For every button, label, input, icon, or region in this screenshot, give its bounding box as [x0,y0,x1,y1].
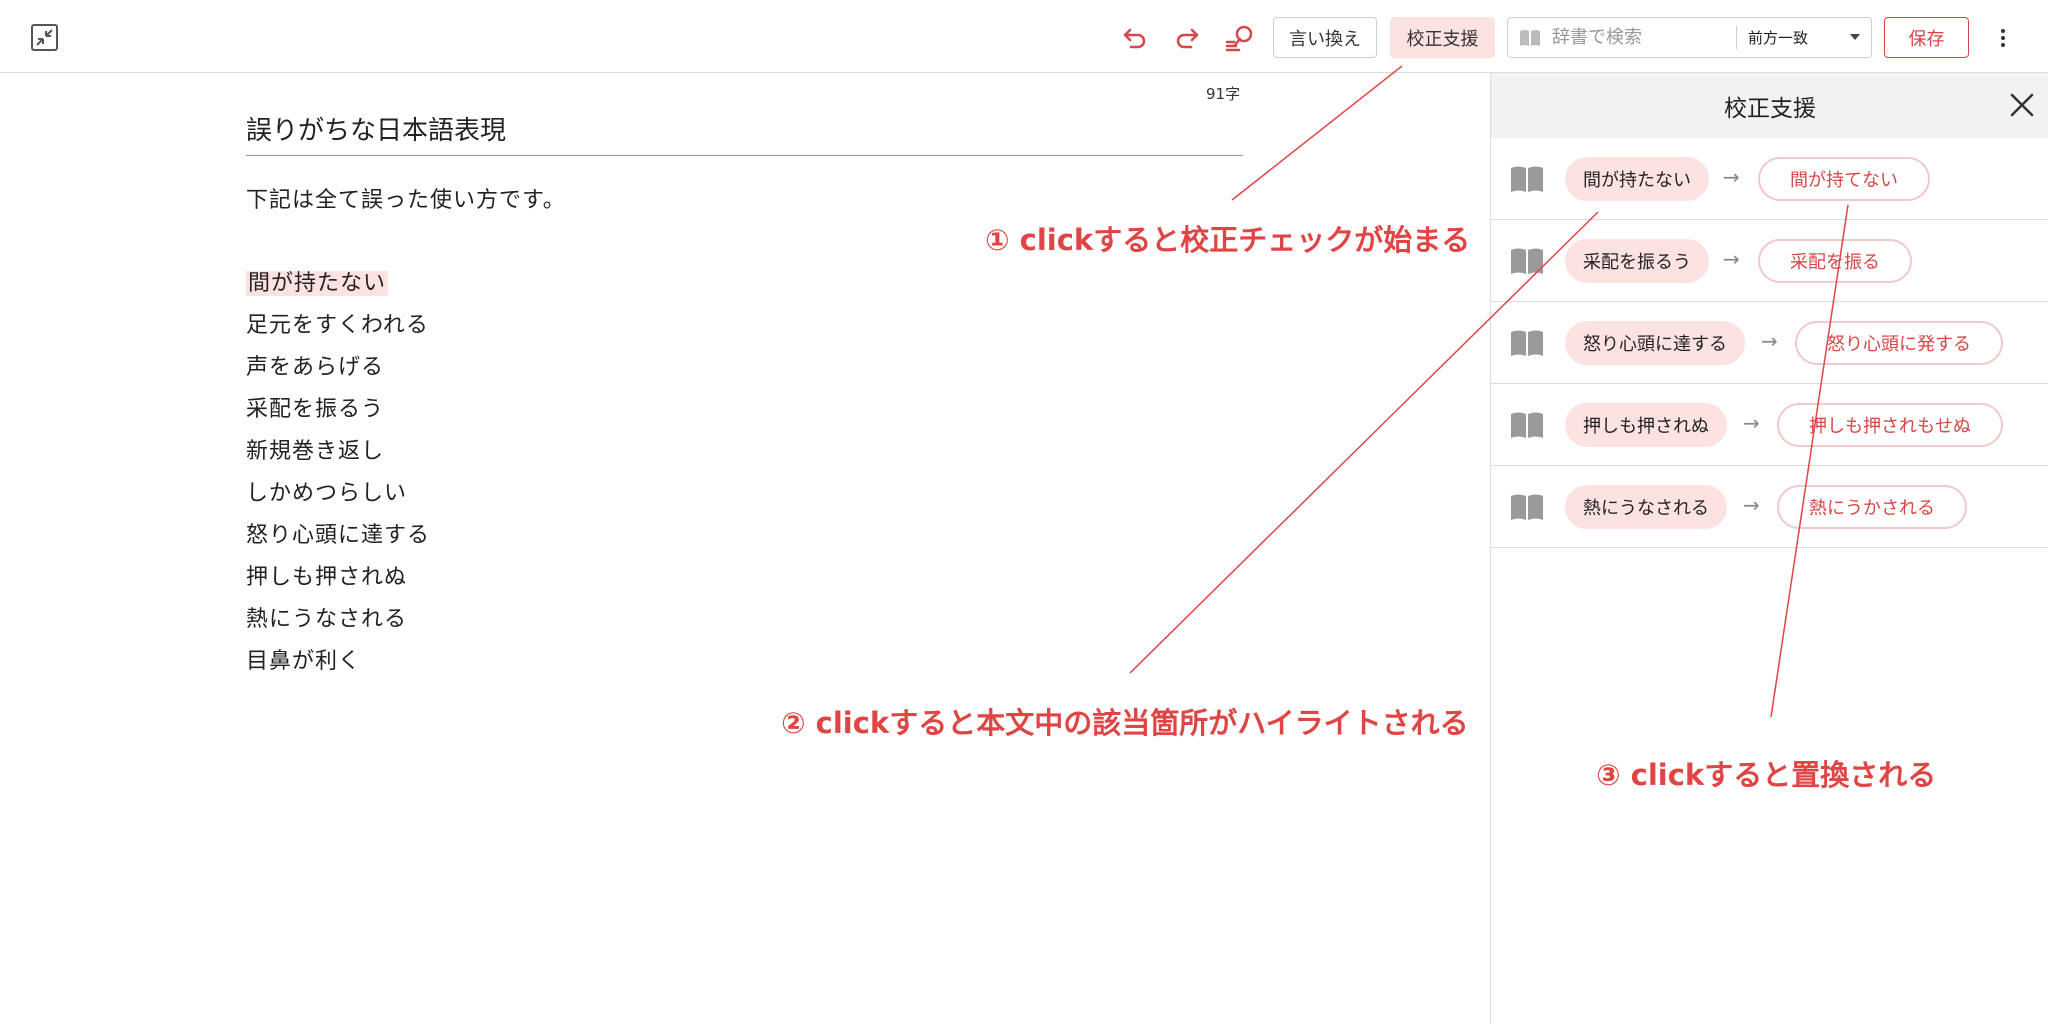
body-line-intro[interactable]: 下記は全て誤った使い方です。 [246,186,566,216]
arrow-icon: → [1743,411,1760,435]
kebab-icon[interactable] [1991,26,2015,50]
document-title[interactable]: 誤りがちな日本語表現 [246,110,506,147]
book-icon[interactable] [1510,247,1544,279]
proofreading-panel: 校正支援 間が持たない → 間が持てない 采配を振るう → 采配を振る 怒り心頭… [1490,73,2048,1024]
body-line[interactable]: しかめつらしい [246,479,407,509]
body-line[interactable]: 怒り心頭に達する [246,521,430,551]
body-line[interactable]: 采配を振るう [246,395,384,425]
suggestion-original-chip[interactable]: 熱にうなされる [1565,485,1727,529]
title-divider [246,155,1243,156]
annotation-line-1 [1231,65,1403,201]
suggestion-replacement-chip[interactable]: 采配を振る [1758,239,1912,283]
rephrase-button[interactable]: 言い換え [1273,17,1377,58]
annotation-2: ② clickすると本文中の該当箇所がハイライトされる [781,706,1469,740]
arrow-icon: → [1743,493,1760,517]
suggestion-original-chip[interactable]: 押しも押されぬ [1565,403,1727,447]
arrow-icon: → [1723,247,1740,271]
arrow-icon: → [1761,329,1778,353]
book-icon [1519,29,1541,51]
book-icon[interactable] [1510,411,1544,443]
match-mode-select[interactable]: 前方一致 [1748,18,1868,56]
suggestion-row: 熱にうなされる → 熱にうかされる [1491,466,2048,548]
body-line[interactable]: 声をあらげる [246,353,384,383]
suggestion-row: 間が持たない → 間が持てない [1491,138,2048,220]
divider [1736,26,1737,49]
body-line[interactable]: 足元をすくわれる [246,311,429,341]
top-toolbar: 言い換え 校正支援 前方一致 保存 [0,0,2048,73]
book-icon[interactable] [1510,165,1544,197]
collapse-icon[interactable] [31,24,58,51]
suggestion-original-chip[interactable]: 怒り心頭に達する [1565,321,1745,365]
panel-header: 校正支援 [1491,73,2048,138]
suggestion-replacement-chip[interactable]: 押しも押されもせぬ [1777,403,2003,447]
dictionary-search: 前方一致 [1507,17,1872,58]
char-count: 91字 [1206,85,1241,103]
book-icon[interactable] [1510,329,1544,361]
body-line[interactable]: 熱にうなされる [246,605,407,635]
dictionary-search-input[interactable] [1552,22,1732,53]
body-line[interactable]: 目鼻が利く [246,647,361,677]
body-line[interactable]: 押しも押されぬ [246,563,407,593]
suggestion-replacement-chip[interactable]: 怒り心頭に発する [1795,321,2003,365]
close-icon[interactable] [2009,92,2035,118]
proofreading-button[interactable]: 校正支援 [1390,17,1495,58]
suggestion-replacement-chip[interactable]: 間が持てない [1758,157,1930,201]
search-list-icon[interactable] [1224,22,1256,54]
annotation-3: ③ clickすると置換される [1596,758,1937,792]
annotation-1: ① clickすると校正チェックが始まる [985,223,1471,257]
body-line-highlighted[interactable]: 間が持たない [246,269,389,299]
dropdown-caret-icon [1850,34,1860,40]
panel-title: 校正支援 [1724,95,1816,122]
suggestion-replacement-chip[interactable]: 熱にうかされる [1777,485,1967,529]
save-button[interactable]: 保存 [1884,17,1969,58]
redo-icon[interactable] [1171,22,1203,54]
highlighted-phrase: 間が持たない [246,271,389,296]
book-icon[interactable] [1510,493,1544,525]
body-line[interactable]: 新規巻き返し [246,437,384,467]
suggestion-row: 怒り心頭に達する → 怒り心頭に発する [1491,302,2048,384]
arrow-icon: → [1723,165,1740,189]
suggestion-row: 采配を振るう → 采配を振る [1491,220,2048,302]
suggestion-row: 押しも押されぬ → 押しも押されもせぬ [1491,384,2048,466]
match-mode-value: 前方一致 [1748,28,1809,47]
suggestion-original-chip[interactable]: 采配を振るう [1565,239,1709,283]
suggestion-original-chip[interactable]: 間が持たない [1565,157,1709,201]
undo-icon[interactable] [1119,22,1151,54]
